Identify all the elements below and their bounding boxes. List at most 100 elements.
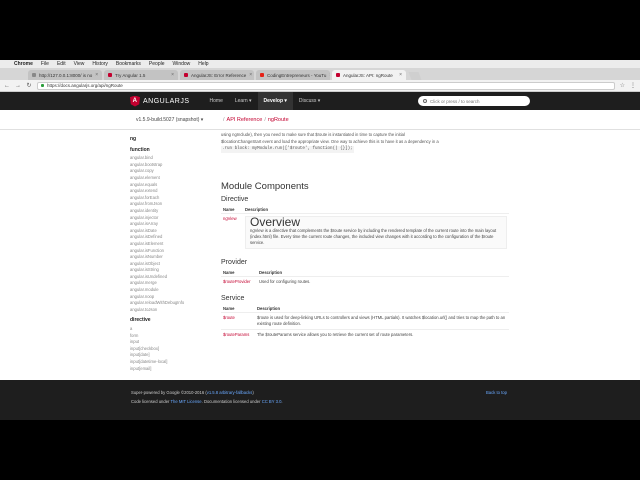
sidebar-item[interactable]: input[checkbox] bbox=[130, 346, 210, 353]
close-icon[interactable]: × bbox=[329, 72, 330, 78]
sub-header: v1.5.9-build.5027 (snapshot) ▾ / API Ref… bbox=[0, 110, 640, 130]
routeparams-link[interactable]: $routeParams bbox=[223, 332, 249, 337]
sidebar-item[interactable]: a bbox=[130, 326, 210, 333]
logo-text: ANGULARJS bbox=[143, 97, 190, 105]
sidebar-item[interactable]: input[email] bbox=[130, 366, 210, 373]
sidebar-item[interactable]: angular.isDate bbox=[130, 228, 210, 235]
close-icon[interactable]: × bbox=[399, 72, 402, 78]
search-placeholder: Click or press / to search bbox=[430, 98, 480, 104]
sidebar-list-function: angular.bind angular.bootstrap angular.cop… bbox=[130, 155, 210, 313]
sidebar-item[interactable]: input bbox=[130, 339, 210, 346]
footer-text: Super-powered by Google ©2010-2016 ( bbox=[131, 390, 207, 395]
cc-license-link[interactable]: CC BY 3.0 bbox=[262, 399, 282, 404]
close-icon[interactable]: × bbox=[95, 72, 98, 78]
menubar-item-history[interactable]: History bbox=[92, 61, 108, 67]
sidebar-item[interactable]: angular.bind bbox=[130, 155, 210, 162]
sidebar-item[interactable]: angular.isArray bbox=[130, 221, 210, 228]
browser-tab[interactable]: AngularJS: Error Reference × bbox=[180, 70, 254, 80]
browser-toolbar: ← → ↻ https://docs.angularjs.org/api/ngR… bbox=[0, 80, 640, 92]
tab-title: AngularJS: Error Reference bbox=[191, 72, 247, 78]
page-favicon-icon bbox=[336, 73, 340, 77]
page-favicon-icon bbox=[108, 73, 112, 77]
sidebar-item[interactable]: angular.isElement bbox=[130, 241, 210, 248]
new-tab-button[interactable] bbox=[408, 72, 422, 80]
menubar-item-bookmarks[interactable]: Bookmarks bbox=[116, 61, 141, 67]
col-desc: Description bbox=[259, 269, 283, 275]
sidebar-item[interactable]: angular.module bbox=[130, 287, 210, 294]
sidebar-item[interactable]: angular.bootstrap bbox=[130, 162, 210, 169]
sidebar-item[interactable]: angular.toJson bbox=[130, 307, 210, 314]
col-name: Name bbox=[223, 206, 235, 212]
breadcrumb-api-reference[interactable]: API Reference bbox=[227, 117, 263, 123]
directive-description: ngView is a directive that complements t… bbox=[250, 227, 497, 245]
browser-tab[interactable]: http://127.0.0.1:8000/ is no × bbox=[28, 70, 102, 80]
sidebar-item[interactable]: input[date] bbox=[130, 352, 210, 359]
service-heading: Service bbox=[221, 294, 245, 302]
menubar-item-window[interactable]: Window bbox=[173, 61, 191, 67]
sidebar-list-directive: a form input input[checkbox] input[date] inpu… bbox=[130, 326, 210, 372]
menubar-item-file[interactable]: File bbox=[41, 61, 49, 67]
menubar-item-view[interactable]: View bbox=[74, 61, 85, 67]
routeparams-description: The $routeParams service allows you to r… bbox=[255, 328, 509, 340]
intro-code: .run block: myModule.run(['$route', func… bbox=[221, 146, 354, 153]
sidebar-item[interactable]: angular.noop bbox=[130, 294, 210, 301]
back-arrow-icon[interactable]: ← bbox=[4, 83, 10, 89]
sidebar-item[interactable]: angular.reloadWithDebugInfo bbox=[130, 300, 210, 307]
sidebar-item[interactable]: form bbox=[130, 333, 210, 340]
version-select[interactable]: v1.5.9-build.5027 (snapshot) ▾ bbox=[136, 117, 203, 123]
sidebar-item[interactable]: angular.extend bbox=[130, 188, 210, 195]
address-bar[interactable]: https://docs.angularjs.org/api/ngRoute bbox=[37, 81, 615, 90]
footer-version-link[interactable]: v1.5.8 arbitrary-fallbacks bbox=[207, 390, 253, 395]
browser-tab[interactable]: Try Angular 1.5 × bbox=[104, 70, 178, 80]
browser-tab[interactable]: CodingEntrepreneurs - YouTu× bbox=[256, 70, 330, 80]
sidebar-item[interactable]: angular.isString bbox=[130, 267, 210, 274]
sidebar-item[interactable]: angular.equals bbox=[130, 182, 210, 189]
browser-tab-active[interactable]: AngularJS: API: ngRoute × bbox=[332, 70, 406, 80]
tab-title: AngularJS: API: ngRoute bbox=[343, 72, 393, 78]
breadcrumb-ngroute[interactable]: ngRoute bbox=[268, 117, 289, 123]
provider-heading: Provider bbox=[221, 258, 248, 266]
nav-learn[interactable]: Learn ▾ bbox=[229, 92, 258, 110]
sidebar-item[interactable]: angular.isNumber bbox=[130, 254, 210, 261]
sidebar-item[interactable]: angular.copy bbox=[130, 168, 210, 175]
sidebar-item[interactable]: angular.forEach bbox=[130, 195, 210, 202]
reload-icon[interactable]: ↻ bbox=[26, 82, 32, 89]
sidebar-item[interactable]: angular.isUndefined bbox=[130, 274, 210, 281]
sidebar-module-title[interactable]: ng bbox=[130, 136, 210, 143]
nav-develop[interactable]: Develop ▾ bbox=[257, 92, 293, 110]
nav-home[interactable]: Home bbox=[204, 92, 229, 110]
sidebar-item[interactable]: angular.merge bbox=[130, 280, 210, 287]
api-sidebar: ng function angular.bind angular.bootstra… bbox=[130, 132, 210, 378]
menubar-item-help[interactable]: Help bbox=[198, 61, 208, 67]
menubar-app-name[interactable]: Chrome bbox=[14, 61, 33, 67]
tab-strip: http://127.0.0.1:8000/ is no × Try Angula… bbox=[0, 68, 640, 80]
close-icon[interactable]: × bbox=[249, 72, 252, 78]
sidebar-item[interactable]: angular.injector bbox=[130, 215, 210, 222]
ngview-link[interactable]: ngView bbox=[223, 216, 237, 221]
forward-arrow-icon[interactable]: → bbox=[15, 83, 21, 89]
menubar-item-edit[interactable]: Edit bbox=[57, 61, 66, 67]
sidebar-item[interactable]: angular.identity bbox=[130, 208, 210, 215]
sidebar-item[interactable]: angular.fromJson bbox=[130, 201, 210, 208]
nav-discuss[interactable]: Discuss ▾ bbox=[293, 92, 326, 110]
routeprovider-link[interactable]: $routeProvider bbox=[223, 279, 250, 284]
directive-table: Name Description ngView Overview ngView i… bbox=[221, 206, 509, 251]
sidebar-item[interactable]: input[datetime-local] bbox=[130, 359, 210, 366]
sidebar-item[interactable]: angular.isFunction bbox=[130, 248, 210, 255]
menubar-item-people[interactable]: People bbox=[149, 61, 165, 67]
breadcrumb: / API Reference / ngRoute bbox=[223, 117, 289, 123]
breadcrumb-separator: / bbox=[264, 116, 266, 123]
sidebar-item[interactable]: angular.element bbox=[130, 175, 210, 182]
sidebar-item[interactable]: angular.isObject bbox=[130, 261, 210, 268]
back-to-top-link[interactable]: Back to top bbox=[486, 390, 507, 395]
route-link[interactable]: $route bbox=[223, 315, 235, 320]
mit-license-link[interactable]: The MIT License bbox=[171, 399, 202, 404]
bookmark-star-icon[interactable]: ☆ bbox=[620, 82, 625, 89]
footer-credits: Super-powered by Google ©2010-2016 (v1.5… bbox=[131, 390, 254, 395]
close-icon[interactable]: × bbox=[171, 72, 174, 78]
sidebar-item[interactable]: angular.isDefined bbox=[130, 234, 210, 241]
site-footer: Super-powered by Google ©2010-2016 (v1.5… bbox=[0, 380, 640, 420]
search-input[interactable]: Click or press / to search bbox=[418, 96, 530, 106]
angularjs-logo[interactable]: A ANGULARJS bbox=[130, 95, 190, 107]
chrome-menu-icon[interactable]: ⋮ bbox=[630, 82, 636, 89]
